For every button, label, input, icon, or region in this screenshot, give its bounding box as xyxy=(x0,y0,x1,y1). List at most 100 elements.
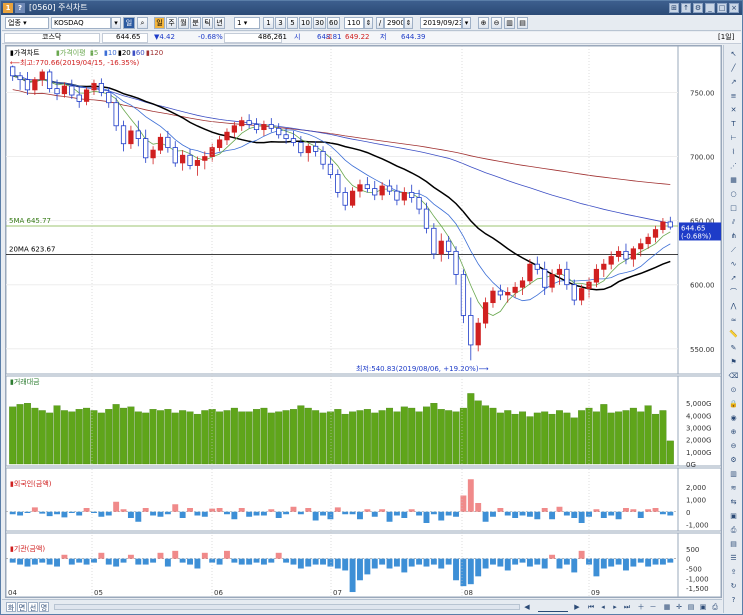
text-icon[interactable]: T xyxy=(727,119,740,130)
speed-icon[interactable]: ➚ xyxy=(727,273,740,284)
settings-icon[interactable]: ⚙ xyxy=(693,3,703,13)
market-select[interactable]: 업종 ▾ xyxy=(5,17,49,29)
cross-icon[interactable]: ✕ xyxy=(727,105,740,116)
period-week-button[interactable]: 주 xyxy=(166,17,177,29)
print-icon[interactable]: ⎙ xyxy=(727,525,740,536)
indicator-icon[interactable]: ≋ xyxy=(727,483,740,494)
zoom-in-bottom-icon[interactable]: ＋ xyxy=(636,602,646,612)
arc-icon[interactable]: ⌒ xyxy=(727,287,740,298)
search-icon[interactable]: ⌕ xyxy=(137,17,148,29)
list-icon[interactable]: ☰ xyxy=(727,553,740,564)
institution-bar xyxy=(46,558,53,565)
gann-icon[interactable]: ⟋ xyxy=(727,245,740,256)
interval-60-button[interactable]: 60 xyxy=(327,17,340,29)
period-tick-button[interactable]: 틱 xyxy=(202,17,213,29)
next-page-icon[interactable]: ▸ xyxy=(610,602,620,612)
circle-icon[interactable]: ○ xyxy=(727,189,740,200)
zigzag-icon[interactable]: ⌇ xyxy=(727,147,740,158)
scroll-right-icon[interactable]: ▶ xyxy=(572,602,582,612)
chart-canvas[interactable]: 750.00700.00650.00600.00550.005MA 645.77… xyxy=(5,45,722,598)
export-icon[interactable]: ⇪ xyxy=(727,567,740,578)
arrow-icon[interactable]: ↖ xyxy=(727,49,740,60)
save-icon[interactable]: ▣ xyxy=(698,602,708,612)
chart-type-icon[interactable]: ▥ xyxy=(504,17,515,29)
prev-page-icon[interactable]: ◂ xyxy=(598,602,608,612)
interval-1-button[interactable]: 1 xyxy=(263,17,274,29)
save-icon[interactable]: ▣ xyxy=(727,511,740,522)
help-icon[interactable]: ? xyxy=(15,3,25,13)
date-dropdown-icon[interactable]: ▾ xyxy=(462,17,471,29)
trend-icon[interactable]: ↗ xyxy=(727,77,740,88)
period-month-button[interactable]: 월 xyxy=(178,17,189,29)
chart-area[interactable]: 750.00 700.00 650.00 600.00 550.00 5MA 645.77… xyxy=(5,45,722,598)
maximize-icon[interactable]: □ xyxy=(717,3,727,13)
lock-icon[interactable]: 🔒 xyxy=(727,399,740,410)
horizontal-scrollbar[interactable] xyxy=(54,604,520,610)
scroll-left-icon[interactable]: ◀ xyxy=(522,602,532,612)
bottom-tab-2[interactable]: 면 xyxy=(17,602,27,612)
total-input[interactable]: 2900 xyxy=(384,17,404,29)
settings-icon[interactable]: ⚙ xyxy=(727,455,740,466)
zoom-out-bottom-icon[interactable]: － xyxy=(648,602,658,612)
interval-30-button[interactable]: 30 xyxy=(313,17,326,29)
zoom-in-icon[interactable]: ⊕ xyxy=(727,427,740,438)
compare-icon[interactable]: ⇆ xyxy=(727,497,740,508)
line-icon[interactable]: ╱ xyxy=(727,63,740,74)
zoom-out-icon[interactable]: ⊖ xyxy=(727,441,740,452)
pitch-icon[interactable]: ⋀ xyxy=(727,301,740,312)
bottom-tab-1[interactable]: 화 xyxy=(6,602,16,612)
foreign-bar xyxy=(194,511,201,516)
date-input[interactable]: 2019/09/23 xyxy=(420,17,462,29)
count-input[interactable]: 110 xyxy=(344,17,364,29)
cycle-icon[interactable]: ∿ xyxy=(727,259,740,270)
bottom-tab-3[interactable]: 선 xyxy=(28,602,38,612)
zoom-slider[interactable] xyxy=(538,602,568,612)
andrews-icon[interactable]: ⋔ xyxy=(727,231,740,242)
period-day-button[interactable]: 일 xyxy=(154,17,165,29)
first-page-icon[interactable]: ⏮ xyxy=(586,602,596,612)
symbol-input[interactable]: KOSDAQ xyxy=(51,17,111,29)
flag-icon[interactable]: ⚑ xyxy=(727,357,740,368)
bottom-tab-4[interactable]: 명 xyxy=(39,602,49,612)
minimize-icon[interactable]: _ xyxy=(705,3,715,13)
pin-icon[interactable]: ↑ xyxy=(681,3,691,13)
app-icon[interactable]: 1 xyxy=(3,3,13,13)
refresh-icon[interactable]: ↻ xyxy=(727,581,740,592)
close-icon[interactable]: × xyxy=(729,3,739,13)
interval-5-button[interactable]: 5 xyxy=(287,17,298,29)
eye-icon[interactable]: ◉ xyxy=(727,413,740,424)
rect-icon[interactable]: □ xyxy=(727,203,740,214)
measure-icon[interactable]: ⊢ xyxy=(727,133,740,144)
print-icon[interactable]: ⎙ xyxy=(710,602,720,612)
wave-icon[interactable]: ≈ xyxy=(727,315,740,326)
table-icon[interactable]: ▤ xyxy=(686,602,696,612)
period-year-button[interactable]: 년 xyxy=(214,17,225,29)
fib-icon[interactable]: ≡ xyxy=(727,91,740,102)
zoom-in-icon[interactable]: ⊕ xyxy=(478,17,489,29)
channel-icon[interactable]: ⫽ xyxy=(727,217,740,228)
crosshair-icon[interactable]: ✛ xyxy=(674,602,684,612)
ruler-icon[interactable]: 📏 xyxy=(727,329,740,340)
indicator-icon[interactable]: ▤ xyxy=(517,17,528,29)
layout-icon[interactable]: ▤ xyxy=(727,539,740,550)
chart-icon[interactable]: ▥ xyxy=(727,469,740,480)
zoom-out-icon[interactable]: ⊖ xyxy=(491,17,502,29)
eraser-icon[interactable]: ⌫ xyxy=(727,371,740,382)
symbol-dropdown-icon[interactable]: ▾ xyxy=(111,17,121,29)
magnet-icon[interactable]: ⊙ xyxy=(727,385,740,396)
interval-10-button[interactable]: 10 xyxy=(299,17,312,29)
interval-3-button[interactable]: 3 xyxy=(275,17,286,29)
interval-select[interactable]: 1 ▾ xyxy=(234,17,260,29)
last-page-icon[interactable]: ⏭ xyxy=(622,602,632,612)
institution-bar xyxy=(423,558,430,567)
market-code-button[interactable]: 일 xyxy=(123,17,135,29)
grid-toggle-icon[interactable]: ▦ xyxy=(662,602,672,612)
marker-icon[interactable]: ✎ xyxy=(727,343,740,354)
help-icon[interactable]: ? xyxy=(727,595,740,606)
count-spinner-icon[interactable]: ⇕ xyxy=(364,17,373,29)
fan-icon[interactable]: ⋰ xyxy=(727,161,740,172)
total-spinner-icon[interactable]: ⇕ xyxy=(404,17,413,29)
grid-icon[interactable]: ▦ xyxy=(727,175,740,186)
period-minute-button[interactable]: 분 xyxy=(190,17,201,29)
link-icon[interactable]: ⊞ xyxy=(669,3,679,13)
